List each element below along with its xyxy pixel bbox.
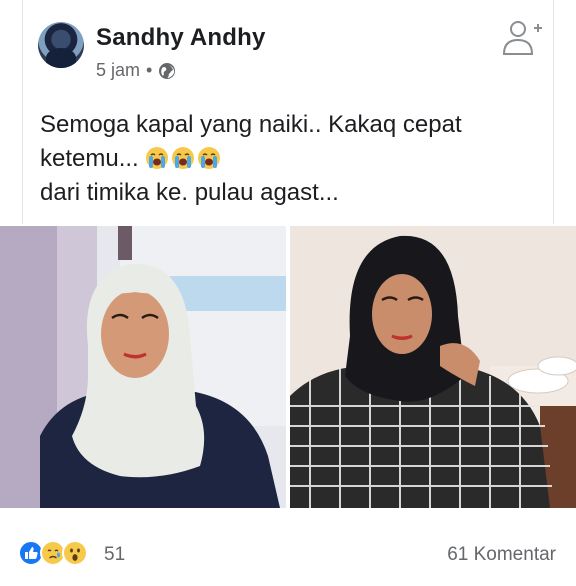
- globe-icon: [159, 62, 176, 79]
- crying-face-emoji: [172, 146, 195, 169]
- reaction-icons[interactable]: [18, 540, 88, 566]
- emoji-group: [145, 146, 221, 172]
- post-text-line-2: ketemu...: [40, 145, 139, 172]
- reaction-count[interactable]: 51: [104, 544, 125, 566]
- avatar[interactable]: [38, 22, 84, 68]
- wow-reaction-icon: [62, 540, 88, 566]
- photo-grid: [0, 226, 576, 508]
- post-photo-1[interactable]: [0, 226, 286, 508]
- post-photo-2[interactable]: [290, 226, 576, 508]
- reactions-bar: 51 61 Komentar: [0, 528, 576, 576]
- photo-2-illustration: [290, 235, 576, 508]
- comment-count[interactable]: 61 Komentar: [447, 544, 556, 566]
- post-time[interactable]: 5 jam: [96, 60, 140, 81]
- crying-face-emoji: [146, 146, 169, 169]
- post-card: Sandhy Andhy 5 jam • Semoga kapal yang n…: [0, 0, 576, 586]
- post-text: Semoga kapal yang naiki.. Kakaq cepat ke…: [40, 108, 540, 210]
- post-meta: 5 jam •: [96, 60, 176, 81]
- post-text-line-1: Semoga kapal yang naiki.. Kakaq cepat: [40, 111, 462, 138]
- author-name[interactable]: Sandhy Andhy: [96, 24, 266, 52]
- post-text-line-2-wrap: ketemu...: [40, 142, 540, 176]
- crying-face-emoji: [198, 146, 221, 169]
- meta-separator: •: [146, 60, 153, 80]
- photo-1-illustration: [40, 226, 286, 508]
- post-text-line-3: dari timika ke. pulau agast...: [40, 179, 339, 206]
- add-friend-icon[interactable]: [500, 18, 544, 58]
